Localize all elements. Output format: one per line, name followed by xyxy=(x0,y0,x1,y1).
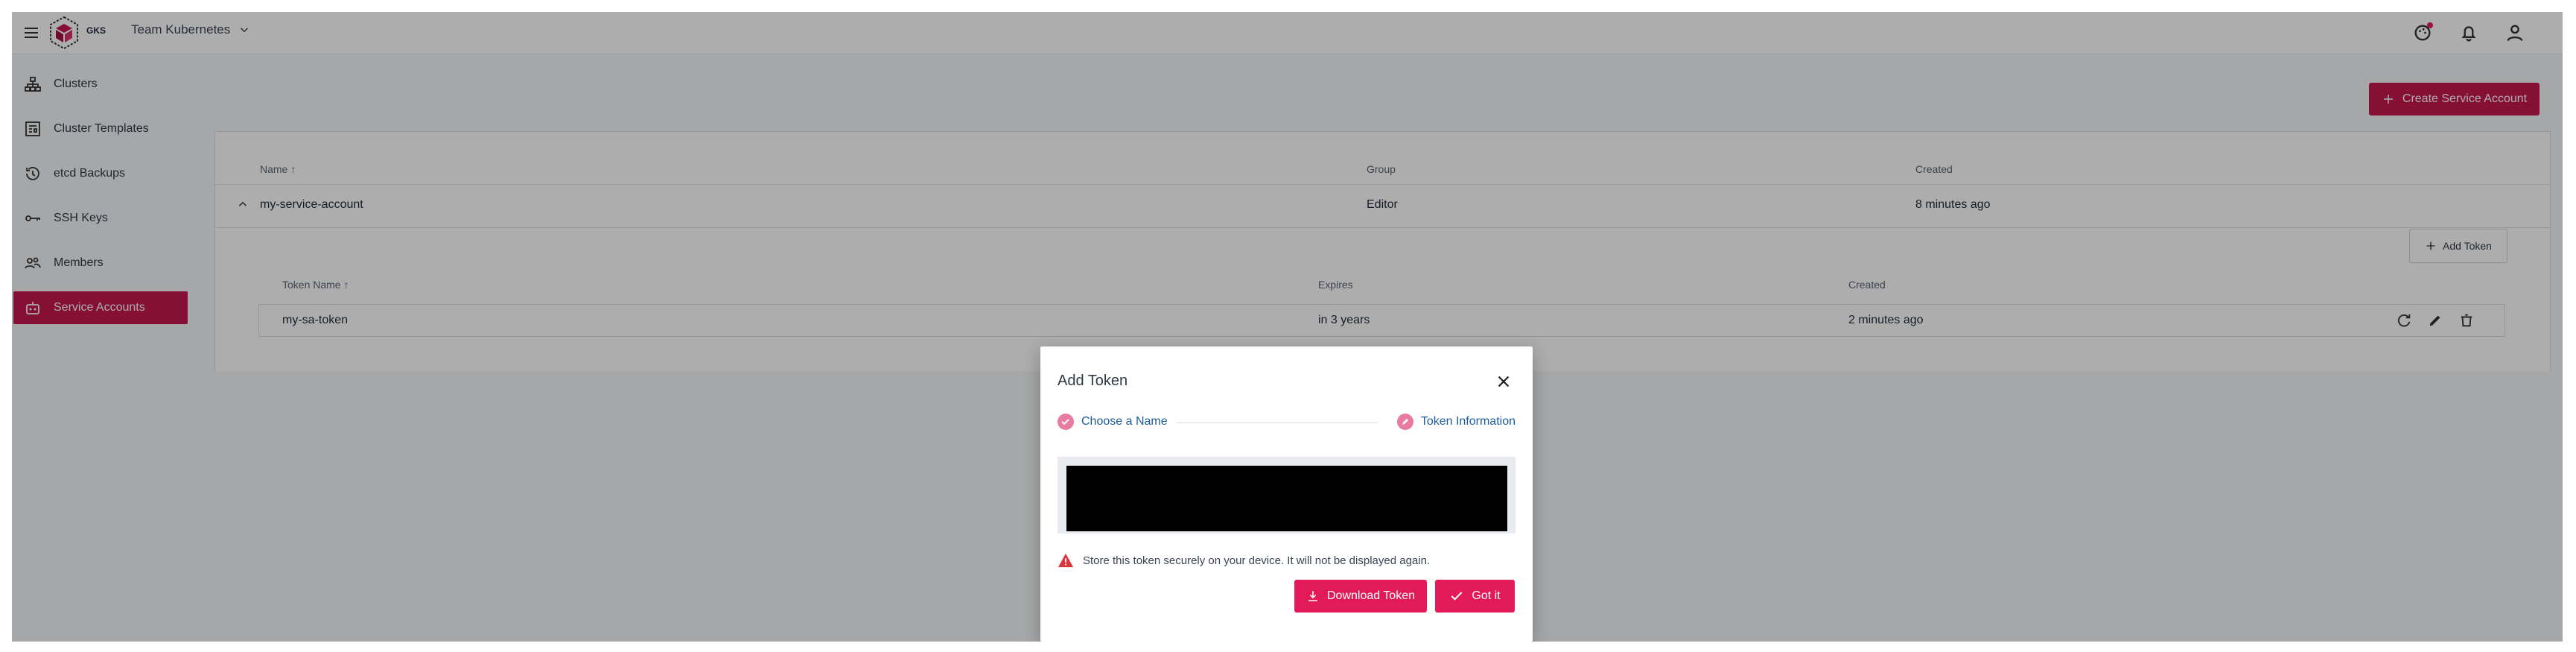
app-window: GKS Team Kubernetes Clusters Cluster Tem… xyxy=(12,12,2563,642)
download-token-button[interactable]: Download Token xyxy=(1294,580,1427,613)
step-done-icon xyxy=(1058,414,1074,430)
add-token-dialog: Add Token Choose a Name Token Informatio… xyxy=(1040,346,1533,642)
token-value-box[interactable] xyxy=(1058,457,1516,534)
warning-message: Store this token securely on your device… xyxy=(1058,552,1430,569)
check-icon xyxy=(1451,592,1463,601)
step-token-information[interactable]: Token Information xyxy=(1396,414,1516,430)
close-icon[interactable] xyxy=(1495,373,1512,390)
download-icon xyxy=(1308,591,1317,601)
dialog-title: Add Token xyxy=(1058,373,1128,389)
redacted-token xyxy=(1066,466,1507,531)
step-edit-icon xyxy=(1396,414,1413,430)
got-it-button[interactable]: Got it xyxy=(1435,580,1515,613)
stepper: Choose a Name Token Information xyxy=(1058,414,1516,433)
step-connector xyxy=(1177,422,1378,423)
warning-icon xyxy=(1058,553,1074,568)
step-choose-name[interactable]: Choose a Name xyxy=(1058,414,1168,430)
